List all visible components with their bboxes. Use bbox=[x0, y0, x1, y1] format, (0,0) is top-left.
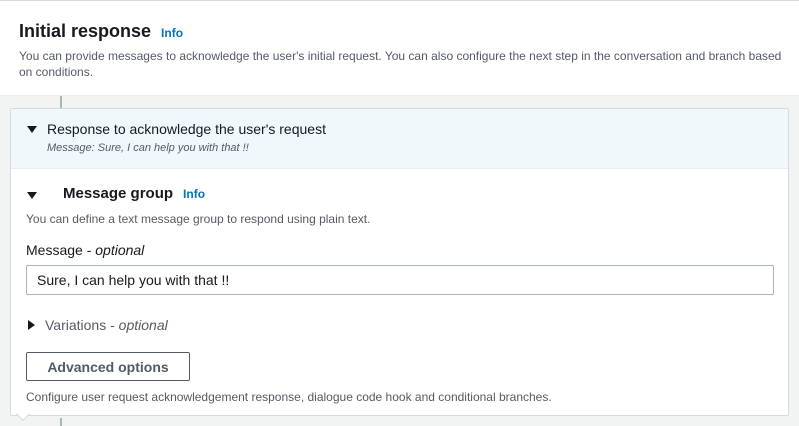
message-label-text: Message - bbox=[26, 242, 96, 258]
message-optional-text: optional bbox=[95, 242, 145, 258]
message-group-title: Message group bbox=[63, 185, 174, 202]
message-input[interactable] bbox=[26, 265, 774, 295]
flow-connector-top bbox=[60, 96, 62, 108]
variations-toggle[interactable]: Variations - optional bbox=[45, 317, 168, 333]
variations-optional-text: optional bbox=[118, 317, 168, 333]
message-group-caret-down-icon[interactable] bbox=[27, 192, 37, 199]
header-description: You can provide messages to acknowledge … bbox=[19, 49, 782, 79]
variations-label-text: Variations - bbox=[45, 317, 119, 333]
advanced-options-description: Configure user request acknowledgement r… bbox=[26, 390, 552, 404]
flow-connector-bottom bbox=[60, 418, 62, 426]
message-field-label: Message - optional bbox=[26, 242, 144, 258]
advanced-options-button[interactable]: Advanced options bbox=[26, 352, 190, 381]
message-group-description: You can define a text message group to r… bbox=[26, 212, 371, 226]
acknowledge-section-header[interactable]: Response to acknowledge the user's reque… bbox=[11, 109, 788, 169]
response-panel: Response to acknowledge the user's reque… bbox=[10, 108, 789, 416]
page-title: Initial response bbox=[19, 21, 152, 41]
variations-caret-right-icon[interactable] bbox=[28, 320, 35, 330]
caret-down-icon bbox=[27, 126, 37, 133]
message-group-info-link[interactable]: Info bbox=[183, 187, 205, 201]
initial-response-header: Initial response Info You can provide me… bbox=[0, 0, 799, 96]
initial-response-title-row: Initial response Info bbox=[19, 21, 183, 42]
acknowledge-title: Response to acknowledge the user's reque… bbox=[47, 121, 326, 137]
acknowledge-subtitle: Message: Sure, I can help you with that … bbox=[47, 142, 249, 154]
info-link[interactable]: Info bbox=[161, 26, 183, 40]
message-group-title-row: Message group Info bbox=[63, 185, 205, 202]
